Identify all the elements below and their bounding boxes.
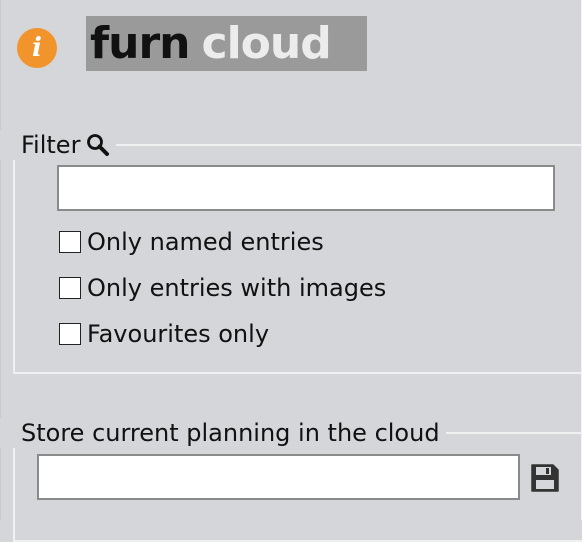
logo-word-furn: furn [90, 17, 190, 69]
favourites-only-option[interactable]: Favourites only [59, 319, 269, 349]
furncloud-panel: i furn cloud Filter Only named entries O… [0, 0, 582, 542]
only-named-entries-option[interactable]: Only named entries [59, 227, 324, 257]
favourites-only-checkbox[interactable] [59, 323, 81, 345]
only-entries-with-images-option[interactable]: Only entries with images [59, 273, 386, 303]
filter-label: Filter [21, 131, 81, 159]
only-named-entries-checkbox[interactable] [59, 231, 81, 253]
logo-word-cloud: cloud [201, 17, 332, 69]
filter-group: Filter Only named entries Only entries w… [0, 130, 582, 374]
favourites-only-label: Favourites only [87, 320, 270, 348]
store-label: Store current planning in the cloud [21, 419, 440, 447]
search-icon [87, 134, 110, 156]
store-legend: Store current planning in the cloud [0, 418, 446, 448]
only-named-entries-label: Only named entries [87, 228, 324, 256]
only-entries-with-images-checkbox[interactable] [59, 277, 81, 299]
store-group: Store current planning in the cloud [0, 418, 582, 542]
furncloud-logo: furn cloud [86, 16, 367, 71]
planning-name-input[interactable] [37, 454, 520, 500]
save-icon[interactable] [529, 462, 561, 494]
info-icon[interactable]: i [17, 28, 57, 68]
filter-input[interactable] [57, 165, 555, 211]
filter-legend: Filter [0, 130, 117, 160]
only-entries-with-images-label: Only entries with images [87, 274, 387, 302]
